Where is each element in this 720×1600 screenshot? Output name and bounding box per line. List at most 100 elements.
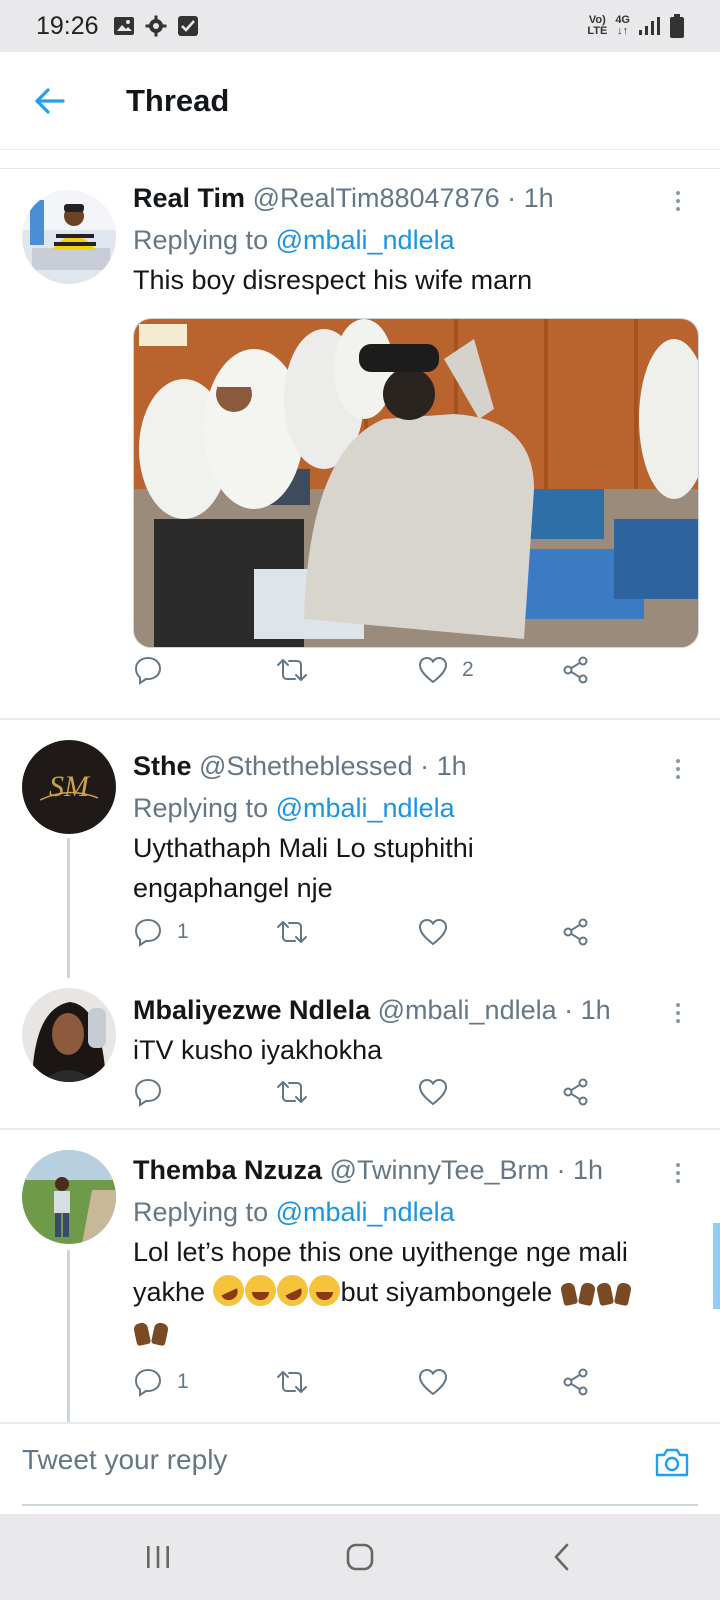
avatar[interactable] (22, 190, 116, 284)
home-button[interactable] (330, 1534, 390, 1580)
tweet-actions: 1 (133, 1362, 633, 1402)
raised-hands-emoji (596, 1277, 632, 1305)
tweet-themba-nzuza[interactable]: Themba Nzuza @TwinnyTee_Brm · 1h Replyin… (0, 1130, 720, 1422)
tweet-actions: 2 (133, 650, 633, 690)
recent-apps-icon (147, 1546, 169, 1568)
tweet-text: iTV kusho iyakhokha (133, 1035, 383, 1065)
like-button[interactable] (418, 1072, 448, 1112)
avatar[interactable] (22, 988, 116, 1082)
gear-icon (145, 15, 167, 37)
reply-button[interactable]: 1 (133, 1362, 189, 1402)
tweet-text-part2: but siyambongele (340, 1277, 560, 1307)
like-button[interactable] (418, 1362, 448, 1402)
tweet-real-tim[interactable]: Real Tim @RealTim88047876 · 1h Replying … (0, 172, 720, 720)
signal-icon (639, 17, 660, 35)
share-button[interactable] (561, 1072, 591, 1112)
share-icon (563, 1368, 588, 1396)
share-button[interactable] (561, 650, 591, 690)
status-bar: 19:26 Vo) LTE 4G ↓↑ (0, 0, 720, 52)
avatar[interactable]: SM (22, 740, 116, 834)
retweet-button[interactable] (275, 912, 309, 952)
retweet-button[interactable] (275, 1362, 309, 1402)
tweet-body: Sthe @Sthetheblessed · 1h Replying to @m… (133, 748, 696, 908)
status-system-icons: Vo) LTE 4G ↓↑ (587, 14, 684, 38)
retweet-icon (277, 1371, 307, 1393)
reply-button[interactable] (133, 1072, 163, 1112)
more-options-button[interactable] (666, 1158, 690, 1188)
user-handle: @Sthetheblessed (199, 751, 413, 781)
home-icon (346, 1543, 374, 1571)
tweet-mbaliyezwe[interactable]: Mbaliyezwe Ndlela @mbali_ndlela · 1h iTV… (0, 970, 720, 1126)
more-options-button[interactable] (666, 186, 690, 216)
camera-button[interactable] (654, 1446, 690, 1483)
replying-to: Replying to @mbali_ndlela (133, 1194, 696, 1230)
reply-button[interactable]: 1 (133, 912, 189, 952)
display-name[interactable]: Mbaliyezwe Ndlela (133, 995, 370, 1025)
battery-icon (670, 14, 684, 38)
data-arrows-icon: ↓↑ (617, 25, 629, 37)
reply-input-underline (22, 1504, 698, 1506)
chevron-left-icon (554, 1543, 569, 1571)
like-button[interactable]: 2 (418, 650, 474, 690)
tweet-sthe[interactable]: SM Sthe @Sthetheblessed · 1h Replying to… (0, 720, 720, 970)
back-nav-button[interactable] (532, 1534, 592, 1580)
avatar[interactable] (22, 1150, 116, 1244)
tweet-text: Uythathaph Mali Lo stuphithi engaphangel… (133, 833, 474, 903)
reply-button[interactable] (133, 650, 163, 690)
tweet-time: · 1h (556, 995, 611, 1025)
retweet-button[interactable] (275, 650, 309, 690)
joy-emoji (308, 1275, 340, 1306)
retweet-icon (277, 1081, 307, 1103)
comment-icon (134, 918, 162, 947)
avatar-image: SM (22, 740, 116, 834)
thread-connector-line (67, 838, 70, 978)
replying-to: Replying to @mbali_ndlela (133, 222, 696, 258)
tweet-media-image[interactable] (133, 318, 699, 648)
retweet-icon (277, 921, 307, 943)
replying-prefix: Replying to (133, 793, 276, 823)
arrow-left-icon (35, 87, 65, 114)
app-header: Thread (0, 52, 720, 150)
replying-to: Replying to @mbali_ndlela (133, 790, 696, 826)
display-name[interactable]: Themba Nzuza (133, 1155, 322, 1185)
status-time: 19:26 (36, 11, 99, 40)
replying-prefix: Replying to (133, 1197, 276, 1227)
mention-link[interactable]: @mbali_ndlela (276, 793, 455, 823)
mention-link[interactable]: @mbali_ndlela (276, 1197, 455, 1227)
avatar-monogram: SM (49, 770, 91, 803)
heart-icon (418, 1368, 448, 1396)
tweet-header: Themba Nzuza @TwinnyTee_Brm · 1h (133, 1152, 696, 1188)
tweet-time: · 1h (549, 1155, 604, 1185)
reply-input[interactable]: Tweet your reply (22, 1444, 227, 1476)
tweet-actions (133, 1072, 633, 1112)
system-nav-bar (0, 1514, 720, 1600)
tweet-header: Sthe @Sthetheblessed · 1h (133, 748, 696, 784)
share-icon (563, 1078, 588, 1106)
tweet-time: · 1h (499, 183, 554, 213)
image-icon (113, 17, 134, 35)
more-options-button[interactable] (666, 998, 690, 1028)
more-options-button[interactable] (666, 754, 690, 784)
tweet-text: Lol let’s hope this one uyithenge nge ma… (133, 1232, 696, 1352)
share-button[interactable] (561, 1362, 591, 1402)
scrollbar-thumb[interactable] (713, 1223, 720, 1309)
recent-apps-button[interactable] (128, 1534, 188, 1580)
retweet-icon (277, 659, 307, 681)
rofl-emoji (271, 1269, 313, 1312)
mention-link[interactable]: @mbali_ndlela (276, 225, 455, 255)
like-button[interactable] (418, 912, 448, 952)
tweet-time: · 1h (412, 751, 467, 781)
display-name[interactable]: Real Tim (133, 183, 245, 213)
raised-hands-emoji (133, 1317, 169, 1345)
joy-emoji (244, 1275, 276, 1306)
retweet-button[interactable] (275, 1072, 309, 1112)
thread-connector-line (67, 1250, 70, 1422)
share-button[interactable] (561, 912, 591, 952)
raised-hands-emoji (560, 1277, 596, 1305)
user-handle: @TwinnyTee_Brm (329, 1155, 550, 1185)
tweet-text: This boy disrespect his wife marn (133, 265, 533, 295)
avatar-image (22, 988, 116, 1082)
network-type: 4G ↓↑ (615, 15, 630, 37)
display-name[interactable]: Sthe (133, 751, 192, 781)
back-button[interactable] (20, 71, 80, 131)
